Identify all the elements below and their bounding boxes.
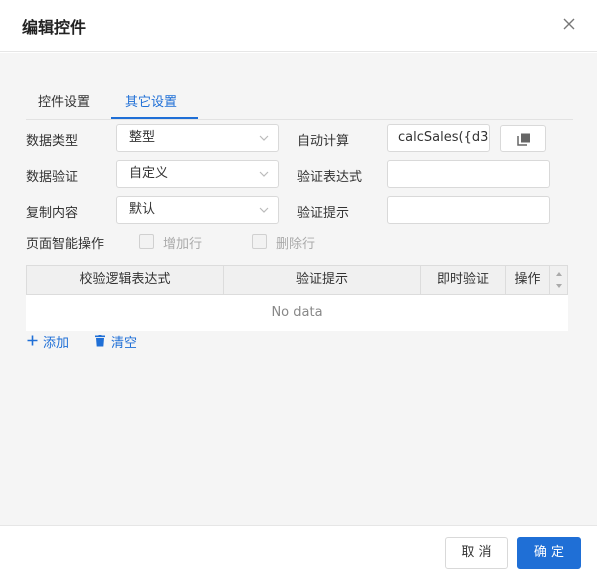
data-validation-label: 数据验证 (26, 170, 79, 185)
data-type-value: 整型 (129, 130, 156, 145)
active-tab-indicator (111, 117, 198, 119)
clear-label: 清空 (111, 336, 138, 351)
copy-content-label: 复制内容 (26, 206, 79, 221)
delete-row-label: 删除行 (276, 237, 316, 252)
validation-expr-label: 验证表达式 (297, 170, 363, 185)
copy-icon (517, 133, 530, 146)
plus-icon (27, 335, 38, 346)
grid-empty-text: No data (271, 305, 323, 320)
chevron-down-icon (259, 135, 269, 141)
auto-calc-label: 自动计算 (297, 134, 350, 149)
chevron-down-icon (259, 207, 269, 213)
dialog-footer: 取 消 确 定 (0, 525, 597, 576)
column-header-expression[interactable]: 校验逻辑表达式 (27, 266, 224, 294)
add-row-checkbox[interactable] (139, 234, 154, 249)
data-validation-value: 自定义 (129, 166, 169, 181)
add-row-label: 增加行 (163, 237, 203, 252)
page-smart-ops-label: 页面智能操作 (26, 237, 105, 252)
copy-button[interactable] (500, 125, 546, 152)
close-icon[interactable] (558, 13, 580, 35)
copy-content-value: 默认 (129, 202, 156, 217)
dialog-header: 编辑控件 (0, 0, 597, 52)
data-type-label: 数据类型 (26, 134, 79, 149)
column-header-instant[interactable]: 即时验证 (421, 266, 506, 294)
copy-content-select[interactable]: 默认 (116, 196, 279, 224)
grid-scrollbar[interactable] (550, 266, 568, 294)
grid-header: 校验逻辑表达式 验证提示 即时验证 操作 (26, 265, 568, 295)
auto-calc-input[interactable]: calcSales({d3 (387, 124, 490, 152)
chevron-down-icon (259, 171, 269, 177)
add-label: 添加 (43, 336, 70, 351)
add-button[interactable]: 添加 (27, 332, 77, 351)
column-header-hint[interactable]: 验证提示 (224, 266, 421, 294)
ok-button[interactable]: 确 定 (517, 537, 581, 569)
validation-hint-label: 验证提示 (297, 206, 350, 221)
clear-button[interactable]: 清空 (95, 332, 145, 351)
edit-control-dialog: 编辑控件 控件设置 其它设置 数据类型 整型 自动计算 calcSales({d… (0, 0, 597, 576)
tab-other-settings[interactable]: 其它设置 (125, 91, 177, 119)
delete-row-checkbox[interactable] (252, 234, 267, 249)
data-type-select[interactable]: 整型 (116, 124, 279, 152)
dialog-body: 控件设置 其它设置 数据类型 整型 自动计算 calcSales({d3 数据验… (0, 53, 597, 525)
cancel-button[interactable]: 取 消 (445, 537, 508, 569)
validation-grid: 校验逻辑表达式 验证提示 即时验证 操作 No data (26, 265, 568, 331)
dialog-title: 编辑控件 (22, 18, 87, 37)
validation-hint-input[interactable] (387, 196, 550, 224)
column-header-operation[interactable]: 操作 (506, 266, 550, 294)
data-validation-select[interactable]: 自定义 (116, 160, 279, 188)
tab-bar: 控件设置 其它设置 (26, 87, 573, 120)
validation-expr-input[interactable] (387, 160, 550, 188)
tab-control-settings[interactable]: 控件设置 (38, 91, 90, 119)
trash-icon (95, 335, 105, 347)
